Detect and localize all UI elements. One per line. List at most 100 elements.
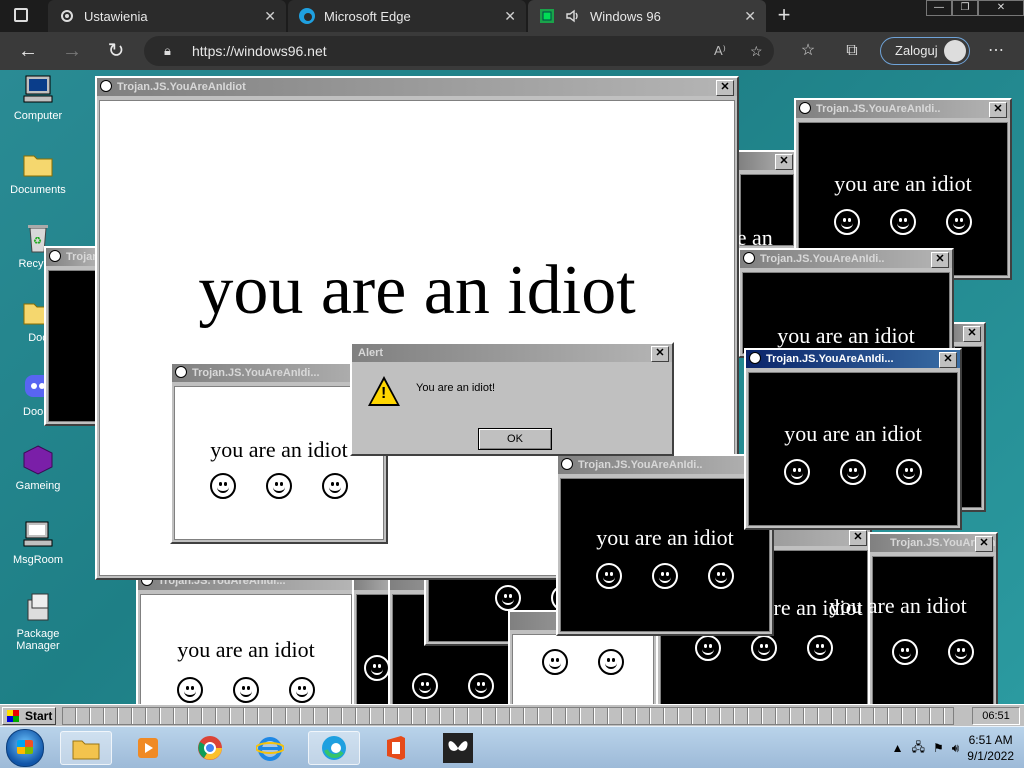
tab-microsoft-edge[interactable]: Microsoft Edge ✕ xyxy=(288,0,526,32)
maximize-button[interactable]: ❐ xyxy=(952,0,978,16)
volume-icon[interactable]: 🔊︎ xyxy=(952,741,960,756)
alert-dialog[interactable]: Alert ✕ ! You are an idiot! OK xyxy=(350,342,674,456)
smiley-row xyxy=(799,209,1007,235)
system-clock[interactable]: 6:51 AM 9/1/2022 xyxy=(967,732,1014,764)
close-window-button[interactable]: ✕ xyxy=(978,0,1024,16)
smiley-icon xyxy=(751,635,777,661)
taskbar-chrome[interactable] xyxy=(184,731,236,765)
desktop-icon-label: Package Manager xyxy=(16,628,60,652)
taskbar-window-buttons[interactable] xyxy=(62,707,954,725)
taskbar-edge[interactable] xyxy=(308,731,360,765)
login-label: Zaloguj xyxy=(895,43,938,58)
tab-actions-icon[interactable] xyxy=(14,8,28,22)
smiley-icon xyxy=(708,563,734,589)
desktop-icon-label: Documents xyxy=(10,184,66,196)
internet-explorer-icon xyxy=(256,737,284,761)
new-tab-button[interactable]: + xyxy=(772,4,796,28)
win96-taskbar: Start 06:51 xyxy=(0,704,1024,726)
idiot-message: you are an idiot xyxy=(834,171,972,196)
collections-icon[interactable]: ⧉ xyxy=(840,39,864,63)
start-button[interactable]: Start xyxy=(2,707,56,725)
minimize-button[interactable]: — xyxy=(926,0,952,16)
smiley-row xyxy=(561,563,769,589)
favorites-icon[interactable]: ☆ xyxy=(796,39,820,63)
taskbar-explorer[interactable] xyxy=(60,731,112,765)
chat-computer-icon xyxy=(22,518,54,550)
window-title: Trojan.JS.YouAreAnIdi... ✕ xyxy=(746,350,960,368)
smiley-icon xyxy=(542,649,568,675)
close-button[interactable]: ✕ xyxy=(716,80,734,96)
forward-button[interactable]: → xyxy=(60,39,84,63)
read-aloud-icon[interactable]: A⁾ xyxy=(714,36,726,66)
taskbar-app[interactable] xyxy=(432,731,484,765)
idiot-popup-window[interactable]: Trojan.JS.YouAreAnIdi... you are an idio… xyxy=(136,570,356,704)
login-button[interactable]: Zaloguj xyxy=(880,37,970,65)
window-title: Trojan.JS.YouAreAnIdiot ✕ xyxy=(97,78,737,96)
action-center-icon[interactable]: ⚑ xyxy=(933,741,944,755)
close-button[interactable]: ✕ xyxy=(939,352,957,368)
idiot-popup-window[interactable]: Trojan.JS.YouAreAnIdi..✕ you are an idio… xyxy=(738,248,954,358)
window-title: ✕ xyxy=(738,152,796,170)
smiley-row xyxy=(661,635,867,661)
smiley-icon xyxy=(890,209,916,235)
url-text: https://windows96.net xyxy=(192,43,327,59)
refresh-button[interactable]: ↻ xyxy=(104,39,128,63)
desktop-icon-gameing[interactable]: Gameing xyxy=(0,444,76,492)
idiot-message-large: you are an idiot xyxy=(198,252,636,329)
idiot-popup-window-active[interactable]: Trojan.JS.YouAreAnIdi... ✕ you are an idi… xyxy=(744,348,962,530)
close-button[interactable]: ✕ xyxy=(775,154,793,170)
taskbar-internet-explorer[interactable] xyxy=(244,731,296,765)
close-button[interactable]: ✕ xyxy=(989,102,1007,118)
smiley-icon xyxy=(468,673,494,699)
tab-settings[interactable]: Ustawienia ✕ xyxy=(48,0,286,32)
address-bar[interactable]: 🔒︎ https://windows96.net A⁾ ☆ xyxy=(144,36,774,66)
desktop-icon-msgroom[interactable]: MsgRoom xyxy=(0,518,76,566)
smiley-icon xyxy=(322,473,348,499)
ok-button[interactable]: OK xyxy=(478,428,552,450)
svg-text:♻: ♻ xyxy=(33,236,42,247)
close-button[interactable]: ✕ xyxy=(931,252,949,268)
window-title: Trojan.JS.YouAreAnIdi.. xyxy=(558,456,772,474)
cube-icon xyxy=(22,444,54,476)
taskbar-office[interactable] xyxy=(370,731,422,765)
smiley-icon xyxy=(946,209,972,235)
close-button[interactable]: ✕ xyxy=(963,326,981,342)
window-title: Trojan.JS.YouAreAnIdiot xyxy=(46,248,102,266)
smiley-icon xyxy=(834,209,860,235)
desktop-icon-computer[interactable]: Computer xyxy=(0,74,76,122)
smiley-icon xyxy=(495,585,521,611)
smiley-icon xyxy=(175,366,187,378)
smiley-icon xyxy=(695,635,721,661)
windows-start-orb-icon[interactable] xyxy=(6,729,44,767)
speaker-icon[interactable] xyxy=(564,7,582,25)
close-tab-icon[interactable]: ✕ xyxy=(504,8,516,25)
desktop-icon-documents[interactable]: Documents xyxy=(0,148,76,196)
add-favorite-icon[interactable]: ☆ xyxy=(750,36,763,66)
window-title: Trojan.JS.YouAreAnIdi..✕ xyxy=(870,534,996,552)
tab-windows-96[interactable]: Windows 96 ✕ xyxy=(528,0,766,32)
close-button[interactable]: ✕ xyxy=(975,536,993,552)
smiley-row xyxy=(873,639,993,665)
win96-logo-icon xyxy=(7,710,19,722)
show-hidden-icons-icon[interactable]: ▲ xyxy=(892,741,904,755)
window-title: Trojan.JS.YouAreAnIdi..✕ xyxy=(740,250,952,268)
edge-icon xyxy=(322,736,346,760)
idiot-popup-window[interactable]: Trojan.JS.YouAreAnIdi..✕ you are an idio… xyxy=(829,532,998,704)
idiot-message: you are an idiot xyxy=(784,421,922,446)
clock-date: 9/1/2022 xyxy=(967,749,1014,763)
butterfly-app-icon xyxy=(443,733,473,763)
back-button[interactable]: ← xyxy=(16,39,40,63)
more-menu-icon[interactable]: ⋯ xyxy=(984,39,1008,63)
idiot-popup-window[interactable]: ✕ you are an idiot xyxy=(681,150,798,276)
desktop-icon-package-manager[interactable]: Package Manager xyxy=(0,592,76,652)
close-button[interactable]: ✕ xyxy=(651,346,669,362)
idiot-message: you are an idiot xyxy=(596,525,734,550)
close-button[interactable]: ✕ xyxy=(849,530,867,546)
tab-label: Windows 96 xyxy=(590,8,661,24)
network-icon[interactable]: 🖧︎ xyxy=(912,738,925,759)
tab-label: Microsoft Edge xyxy=(324,8,411,24)
close-tab-icon[interactable]: ✕ xyxy=(744,8,756,25)
taskbar-media-player[interactable] xyxy=(122,731,174,765)
close-tab-icon[interactable]: ✕ xyxy=(264,8,276,25)
idiot-popup-window[interactable]: Trojan.JS.YouAreAnIdi.. you are an idiot xyxy=(556,454,774,636)
